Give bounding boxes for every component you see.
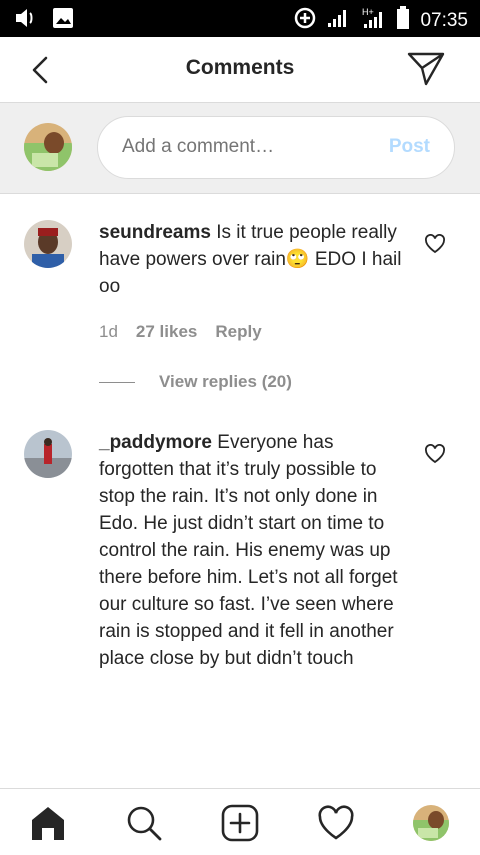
data-saver-icon — [294, 7, 316, 34]
view-replies-button[interactable]: View replies (20) — [99, 372, 292, 392]
share-button[interactable] — [406, 51, 446, 87]
comment-input[interactable] — [122, 136, 362, 158]
nav-profile[interactable] — [412, 804, 452, 842]
comment-age: 1d — [99, 322, 118, 341]
post-button[interactable]: Post — [389, 136, 430, 158]
nav-new-post[interactable] — [220, 804, 260, 842]
comment-username[interactable]: _paddymore — [99, 432, 212, 453]
comment-item: seundreams Is it true people really have… — [0, 194, 480, 414]
status-bar: H+ 07:35 — [0, 0, 480, 37]
search-icon — [124, 806, 164, 846]
comment-item: _paddymore Everyone has forgotten that i… — [0, 414, 480, 704]
profile-avatar — [412, 805, 450, 846]
svg-text:H+: H+ — [362, 7, 374, 17]
nav-activity[interactable] — [316, 804, 356, 842]
reply-button[interactable]: Reply — [215, 322, 261, 342]
nav-home[interactable] — [28, 804, 68, 842]
view-replies-label: View replies (20) — [159, 372, 292, 391]
clock: 07:35 — [420, 9, 468, 31]
signal-icon — [326, 7, 350, 34]
volume-icon — [14, 7, 38, 34]
like-button[interactable] — [424, 444, 446, 464]
comment-username[interactable]: seundreams — [99, 222, 211, 243]
comment-likes[interactable]: 27 likes — [136, 322, 197, 342]
heart-icon — [424, 444, 446, 468]
avatar — [24, 123, 72, 171]
paper-plane-icon — [406, 52, 446, 91]
nav-search[interactable] — [124, 804, 164, 842]
image-icon — [52, 7, 74, 34]
bottom-nav — [0, 788, 480, 855]
signal-h-plus-icon: H+ — [360, 6, 386, 35]
divider — [99, 381, 135, 383]
comment-composer: Post — [0, 103, 480, 194]
comment-body: _paddymore Everyone has forgotten that i… — [99, 429, 404, 672]
avatar[interactable] — [24, 430, 72, 478]
header-bar: Comments — [0, 37, 480, 103]
add-post-icon — [220, 804, 260, 846]
battery-icon — [396, 6, 410, 35]
like-button[interactable] — [424, 234, 446, 254]
comment-body: seundreams Is it true people really have… — [99, 219, 404, 300]
heart-icon — [424, 234, 446, 258]
home-icon — [28, 807, 68, 846]
comment-text: Everyone has forgotten that it’s truly p… — [99, 432, 398, 669]
comment-meta: 1d 27 likes Reply — [99, 322, 262, 342]
comment-input-box: Post — [97, 116, 455, 179]
avatar[interactable] — [24, 220, 72, 268]
activity-heart-icon — [316, 805, 356, 846]
